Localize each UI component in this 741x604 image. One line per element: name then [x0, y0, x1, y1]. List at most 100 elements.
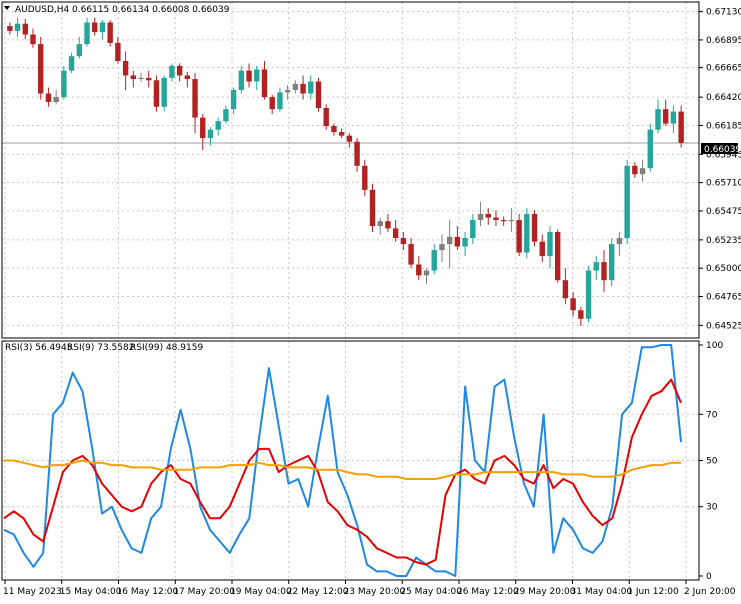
candle-body: [562, 280, 569, 299]
candle-body: [254, 69, 260, 82]
rsi-series-line: [4, 459, 681, 480]
candle-body: [500, 219, 507, 222]
rsi-series-line: [3, 378, 682, 566]
price-tick-label: 0.65235: [706, 236, 741, 246]
ohlc-header: 0.66115 0.66134 0.66008 0.66039: [72, 5, 230, 15]
candle-body: [122, 61, 129, 76]
candle-body: [446, 236, 453, 245]
candle-body: [223, 109, 229, 122]
price-tick-label: 0.64765: [706, 292, 741, 302]
candle-body: [539, 241, 545, 257]
candle-body: [647, 129, 653, 169]
rsi-tick-label: 50: [706, 457, 718, 467]
grid-lines: [2, 2, 699, 580]
x-tick-label: 16 May 12:00: [117, 587, 179, 597]
candle-body: [454, 236, 461, 247]
rsi99-legend: RSI(99) 48.9159: [130, 343, 203, 353]
x-tick-label: 25 May 04:00: [400, 587, 462, 597]
price-tick-label: 0.66665: [706, 64, 741, 74]
candle-body: [608, 244, 615, 281]
candle-body: [377, 221, 383, 226]
candle-body: [68, 56, 75, 71]
price-tick-label: 0.65000: [706, 264, 741, 274]
candle-body: [169, 65, 175, 78]
x-tick-label: 11 May 2023: [3, 587, 62, 597]
chart-window[interactable]: 0.67130 0.66895 0.66665 0.66420 0.66185 0.659…: [0, 0, 741, 600]
candle-body: [115, 42, 121, 62]
candle-body: [238, 70, 245, 90]
candle-body: [678, 111, 684, 143]
candle-body: [508, 219, 515, 222]
candle-body: [362, 165, 368, 190]
rsi-tick-label: 0: [706, 572, 712, 582]
candle-body: [439, 244, 445, 251]
candle-body: [493, 217, 499, 220]
rsi9-legend: RSI(9) 73.5582: [67, 343, 134, 353]
candle-body: [61, 70, 67, 98]
candle-body: [578, 310, 584, 319]
candle-body: [338, 132, 345, 136]
candle-body: [308, 81, 314, 94]
candle-body: [400, 238, 407, 245]
candle-body: [230, 89, 237, 110]
price-tick-label: 0.66185: [706, 121, 741, 131]
x-tick-label: 15 May 04:00: [60, 587, 122, 597]
candle-body: [146, 77, 152, 81]
candle-body: [369, 189, 376, 226]
price-tick-label: 0.66420: [706, 93, 741, 103]
candle-body: [45, 93, 52, 102]
candle-body: [670, 111, 677, 124]
candle-body: [524, 213, 530, 253]
candle-body: [385, 221, 391, 229]
candle-body: [547, 232, 553, 257]
candle-body: [331, 126, 337, 133]
candle-body: [485, 213, 491, 218]
x-tick-label: 26 May 12:00: [457, 587, 519, 597]
candle-body: [76, 44, 83, 57]
candle-body: [7, 26, 13, 31]
price-tick-label: 0.67130: [706, 8, 741, 18]
candle-body: [200, 117, 206, 139]
candle-body: [192, 79, 198, 118]
chart-frames: [1, 1, 700, 581]
candle-body: [107, 22, 113, 43]
rsi-tick-label: 100: [706, 341, 723, 351]
chart-svg[interactable]: 0.671300.668950.666650.664200.661850.659…: [0, 0, 741, 600]
x-tick-label: 22 May 12:00: [287, 587, 349, 597]
candle-body: [184, 75, 191, 80]
x-tick-label: 1 Jun 12:00: [627, 587, 679, 597]
candle-body: [655, 109, 661, 130]
candle-body: [470, 219, 476, 239]
candle-body: [477, 213, 484, 220]
x-tick-label: 17 May 20:00: [173, 587, 235, 597]
x-tick-label: 23 May 20:00: [344, 587, 406, 597]
candle-body: [663, 109, 669, 124]
price-tick-label: 0.65710: [706, 179, 741, 189]
candle-body: [593, 262, 599, 271]
rsi-pane-frame: [1, 340, 700, 581]
x-tick-label: 19 May 04:00: [230, 587, 292, 597]
candle-body: [292, 83, 299, 90]
candle-body: [408, 244, 414, 265]
candle-body: [130, 75, 137, 80]
candle-body: [207, 129, 214, 139]
candle-body: [53, 97, 59, 102]
rsi-tick-label: 70: [706, 410, 718, 420]
candle-body: [246, 70, 252, 82]
candle-body: [570, 298, 576, 311]
candle-body: [161, 77, 167, 107]
candle-body: [30, 34, 36, 45]
candle-body: [176, 65, 183, 76]
chart-title: AUDUSD,H4: [15, 5, 70, 15]
candle-body: [323, 107, 329, 127]
candle-body: [531, 213, 538, 242]
candle-body: [346, 135, 353, 142]
candle-body: [624, 165, 630, 239]
candle-body: [22, 23, 28, 35]
candle-body: [616, 238, 623, 245]
candle-body: [99, 22, 106, 33]
candle-body: [516, 219, 522, 253]
candle-body: [632, 165, 638, 175]
candle-body: [585, 270, 592, 319]
candle-body: [639, 168, 646, 175]
